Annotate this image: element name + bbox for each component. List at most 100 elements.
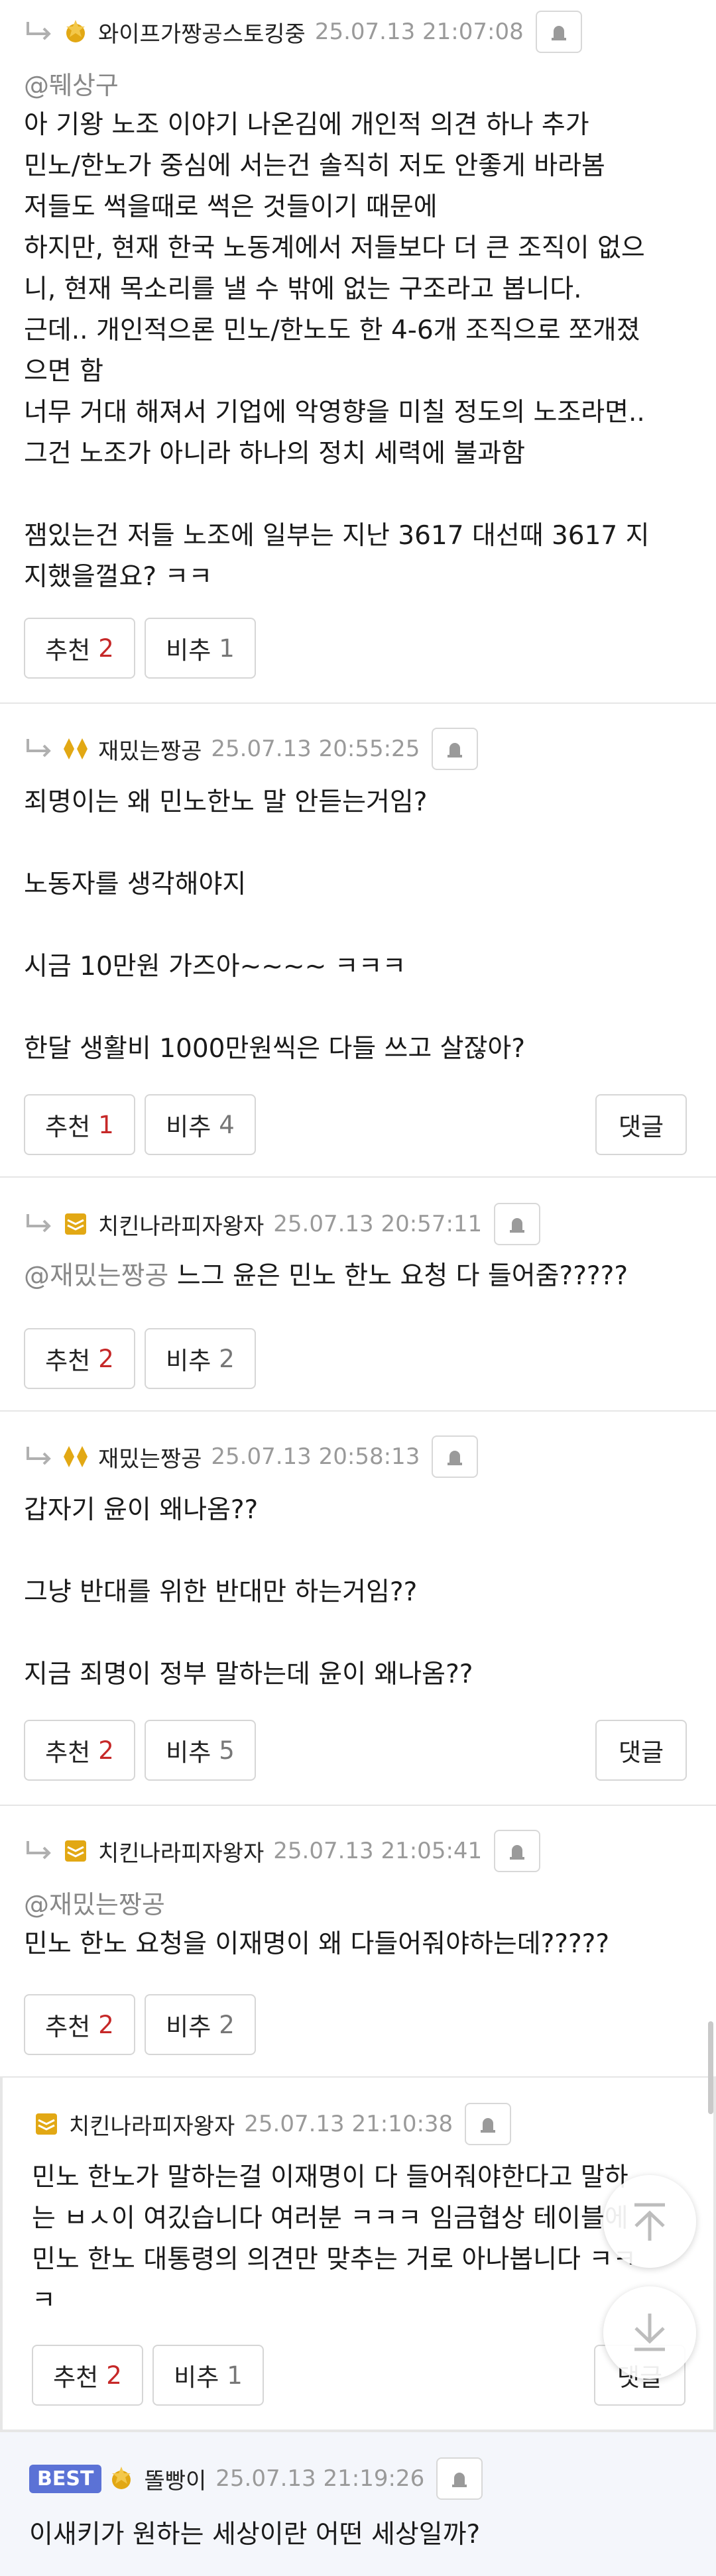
comment-line (24, 823, 689, 864)
mention[interactable]: @뛔상구 (24, 65, 119, 101)
upvote-label: 추천 (45, 1738, 91, 1767)
upvote-count: 2 (98, 1736, 114, 1765)
grade-diamond-icon (64, 738, 88, 759)
comment-item: 치킨나라피자왕자 25.07.13 21:05:41 @재밌는짱공 민노 한노 … (0, 1806, 716, 2078)
scroll-bottom-button[interactable] (603, 2286, 696, 2379)
comment-line: 으면 함 (24, 357, 104, 386)
nickname[interactable]: 재밌는짱공 (98, 733, 202, 765)
downvote-label: 비추 (166, 1347, 211, 1375)
mention[interactable]: @재밌는짱공 (24, 1261, 168, 1291)
upvote-button[interactable]: 추천 2 (24, 1994, 135, 2055)
comment-body: @재밌는짱공 느그 윤은 민노 한노 요청 다 들어줌????? (24, 1256, 689, 1297)
report-button[interactable] (436, 2457, 483, 2500)
upvote-button[interactable]: 추천 2 (24, 1328, 135, 1389)
reply-button[interactable]: 댓글 (595, 1094, 687, 1155)
comment-item: 재밌는짱공 25.07.13 20:58:13 갑자기 윤이 왜나옴?? 그냥 … (0, 1412, 716, 1806)
report-button[interactable] (494, 1203, 541, 1245)
reply-arrow-icon (27, 22, 51, 40)
comment-body: 아 기왕 노조 이야기 나온김에 개인적 의견 하나 추가 민노/한노가 중심에… (24, 105, 689, 598)
comment-line: 죄명이는 왜 민노한노 말 안듣는거임? (24, 787, 428, 817)
nickname[interactable]: 치킨나라피자왕자 (98, 1208, 264, 1241)
grade-diamond-icon (64, 1446, 88, 1467)
report-button[interactable] (535, 11, 582, 53)
comment-body: 민노 한노 요청을 이재명이 왜 다들어줘야하는데????? (24, 1924, 689, 1965)
siren-icon (452, 2473, 467, 2487)
reply-label: 댓글 (618, 1113, 664, 1141)
comment-item: 치킨나라피자왕자 25.07.13 21:10:38 민노 한노가 말하는걸 이… (0, 2078, 716, 2431)
grade-chevron-icon (65, 1213, 86, 1235)
comment-line: 노동자를 생각해야지 (24, 869, 247, 899)
comment-line: 시금 10만원 가즈아~~~~ ㅋㅋㅋ (24, 952, 406, 981)
upvote-button[interactable]: 추천 2 (32, 2345, 143, 2406)
downvote-button[interactable]: 비추 5 (145, 1720, 256, 1781)
report-button[interactable] (432, 1435, 479, 1478)
comment-line: 민노 한노가 말하는걸 이재명이 다 들어줘야한다고 말하 (32, 2162, 628, 2192)
downvote-count: 5 (219, 1736, 235, 1765)
downvote-label: 비추 (174, 2363, 219, 2392)
nickname[interactable]: 똘빵이 (144, 2463, 206, 2495)
comment-line: 민노/한노가 중심에 서는건 솔직히 저도 안좋게 바라봄 (24, 151, 605, 181)
comment-line: 지했을껄요? ㅋㅋ (24, 562, 213, 592)
mention[interactable]: @재밌는짱공 (24, 1884, 165, 1921)
upvote-button[interactable]: 추천 1 (24, 1094, 135, 1155)
grade-medal-icon (66, 20, 85, 42)
downvote-count: 2 (219, 2010, 235, 2039)
upvote-label: 추천 (45, 2013, 91, 2041)
comment-line: 아 기왕 노조 이야기 나온김에 개인적 의견 하나 추가 (24, 110, 589, 140)
best-badge: BEST (29, 2464, 102, 2493)
comment-line: 너무 거대 해져서 기업에 악영향을 미칠 정도의 노조라면.. (24, 398, 645, 427)
downvote-label: 비추 (166, 2013, 211, 2041)
downvote-button[interactable]: 비추 1 (145, 618, 256, 679)
comment-line: 이새키가 원하는 세상이란 어떤 세상일까? (29, 2520, 481, 2549)
siren-icon (510, 1845, 525, 1860)
upvote-label: 추천 (45, 1113, 91, 1141)
siren-icon (481, 2118, 496, 2133)
comment-line: 민노 한노 요청을 이재명이 왜 다들어줘야하는데????? (24, 1929, 610, 1959)
nickname[interactable]: 치킨나라피자왕자 (69, 2108, 235, 2141)
comment-line: 그냥 반대를 위한 반대만 하는거임?? (24, 1577, 418, 1607)
report-button[interactable] (494, 1830, 541, 1872)
report-button[interactable] (432, 728, 479, 770)
comment-date: 25.07.13 21:07:08 (314, 19, 524, 45)
reply-button[interactable]: 댓글 (595, 1720, 687, 1781)
comment-line (24, 905, 689, 946)
comment-line (24, 475, 689, 516)
nickname[interactable]: 재밌는짱공 (98, 1441, 202, 1473)
downvote-count: 1 (219, 634, 235, 663)
downvote-button[interactable]: 비추 4 (145, 1094, 256, 1155)
comment-line (24, 1531, 689, 1572)
reply-arrow-icon (27, 739, 51, 757)
comment-line: 잼있는건 저들 노조에 일부는 지난 3617 대선때 3617 지 (24, 521, 650, 551)
comment-date: 25.07.13 21:05:41 (273, 1838, 483, 1864)
comment-line: 하지만, 현재 한국 노동계에서 저들보다 더 큰 조직이 없으 (24, 233, 645, 263)
downvote-count: 1 (227, 2361, 243, 2390)
comment-item: 와이프가짱공스토킹중 25.07.13 21:07:08 @뛔상구 아 기왕 노… (0, 0, 716, 704)
comment-line: ㅋ (32, 2286, 56, 2316)
comment-date: 25.07.13 20:58:13 (211, 1443, 420, 1470)
comment-line: 갑자기 윤이 왜나옴?? (24, 1495, 259, 1525)
comment-line: 저들도 썩을때로 썩은 것들이기 때문에 (24, 192, 438, 222)
scroll-top-button[interactable] (603, 2175, 696, 2268)
siren-icon (510, 1218, 525, 1233)
upvote-count: 2 (98, 634, 114, 663)
comment-item: 재밌는짱공 25.07.13 20:55:25 죄명이는 왜 민노한노 말 안듣… (0, 704, 716, 1178)
upvote-button[interactable]: 추천 2 (24, 618, 135, 679)
downvote-button[interactable]: 비추 2 (145, 1994, 256, 2055)
scrollbar[interactable] (708, 2021, 713, 2114)
upvote-button[interactable]: 추천 2 (24, 1720, 135, 1781)
report-button[interactable] (465, 2103, 512, 2145)
siren-icon (448, 1451, 463, 1465)
siren-icon (448, 743, 463, 757)
downvote-button[interactable]: 비추 2 (145, 1328, 256, 1389)
nickname[interactable]: 와이프가짱공스토킹중 (98, 16, 306, 48)
comment-body: 민노 한노가 말하는걸 이재명이 다 들어줘야한다고 말하 는 ㅂㅅ이 여깄습니… (32, 2157, 687, 2322)
downvote-button[interactable]: 비추 1 (152, 2345, 264, 2406)
upvote-count: 2 (106, 2361, 122, 2390)
upvote-count: 1 (98, 1110, 114, 1139)
reply-arrow-icon (27, 1841, 51, 1860)
nickname[interactable]: 치킨나라피자왕자 (98, 1835, 264, 1868)
downvote-label: 비추 (166, 636, 211, 665)
comment-body: 이새키가 원하는 세상이란 어떤 세상일까? (29, 2514, 689, 2555)
reply-arrow-icon (27, 1214, 51, 1233)
grade-medal-icon (112, 2467, 131, 2489)
